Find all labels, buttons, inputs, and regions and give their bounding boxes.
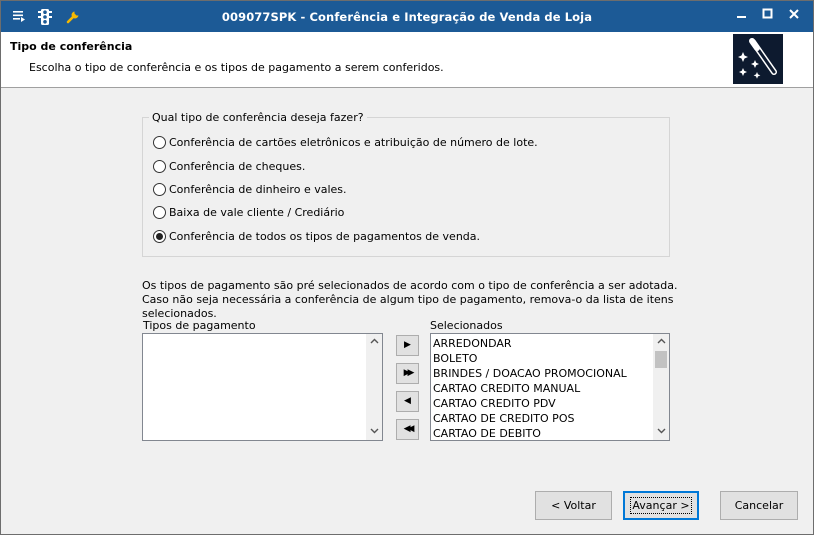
selected-listbox[interactable]: ARREDONDAR BOLETO BRINDES / DOACAO PROMOCI… bbox=[430, 333, 670, 441]
rewind-icon: ◀◀ bbox=[403, 424, 415, 434]
radio-vale-cliente[interactable]: Baixa de vale cliente / Crediário bbox=[153, 204, 344, 220]
chevron-up-icon[interactable] bbox=[366, 334, 382, 350]
radio-cheques[interactable]: Conferência de cheques. bbox=[153, 158, 305, 174]
page-subtitle: Escolha o tipo de conferência e os tipos… bbox=[29, 61, 444, 74]
selected-list-label: Selecionados bbox=[430, 319, 503, 332]
list-item[interactable]: CARTAO CREDITO PDV bbox=[433, 396, 653, 411]
list-item[interactable]: BOLETO bbox=[433, 351, 653, 366]
chevron-down-icon[interactable] bbox=[653, 424, 669, 440]
available-scrollbar[interactable] bbox=[366, 334, 382, 440]
cancel-button[interactable]: Cancelar bbox=[720, 491, 798, 520]
radio-dinheiro[interactable]: Conferência de dinheiro e vales. bbox=[153, 181, 347, 197]
radio-todos[interactable]: Conferência de todos os tipos de pagamen… bbox=[153, 228, 480, 244]
list-item[interactable]: CARTAO DE DEBITO bbox=[433, 426, 653, 441]
radio-circle-selected[interactable] bbox=[153, 229, 166, 243]
wizard-window: 009077SPK - Conferência e Integração de … bbox=[0, 0, 814, 535]
radio-label: Conferência de todos os tipos de pagamen… bbox=[169, 229, 481, 243]
back-button-label: < Voltar bbox=[551, 499, 596, 512]
back-button[interactable]: < Voltar bbox=[535, 491, 612, 520]
next-button-label: Avançar > bbox=[630, 497, 692, 514]
radio-label: Conferência de cartões eletrônicos e atr… bbox=[169, 135, 538, 149]
close-button[interactable] bbox=[781, 5, 807, 27]
remove-all-button[interactable]: ◀◀ bbox=[396, 419, 419, 440]
selected-items: ARREDONDAR BOLETO BRINDES / DOACAO PROMOCI… bbox=[433, 336, 653, 441]
radio-label: Conferência de cheques. bbox=[169, 159, 306, 173]
scroll-thumb[interactable] bbox=[655, 351, 667, 368]
chevron-up-icon[interactable] bbox=[653, 334, 669, 350]
maximize-button[interactable] bbox=[755, 5, 781, 27]
next-button[interactable]: Avançar > bbox=[623, 491, 699, 520]
available-listbox[interactable] bbox=[142, 333, 383, 441]
radio-circle[interactable] bbox=[153, 182, 166, 196]
radio-circle[interactable] bbox=[153, 135, 166, 149]
add-all-button[interactable]: ▶▶ bbox=[396, 363, 419, 384]
group-label: Qual tipo de conferência deseja fazer? bbox=[149, 111, 367, 124]
wizard-header: Tipo de conferência Escolha o tipo de co… bbox=[1, 32, 813, 88]
radio-label: Conferência de dinheiro e vales. bbox=[169, 182, 347, 196]
page-title: Tipo de conferência bbox=[10, 40, 133, 53]
available-list-label: Tipos de pagamento bbox=[143, 319, 256, 332]
list-item[interactable]: BRINDES / DOACAO PROMOCIONAL bbox=[433, 366, 653, 381]
radio-cartoes[interactable]: Conferência de cartões eletrônicos e atr… bbox=[153, 134, 538, 150]
window-title: 009077SPK - Conferência e Integração de … bbox=[221, 10, 593, 24]
fast-forward-icon: ▶▶ bbox=[403, 368, 415, 378]
chevron-down-icon[interactable] bbox=[366, 424, 382, 440]
list-item[interactable]: CARTAO DE CREDITO POS bbox=[433, 411, 653, 426]
radio-circle[interactable] bbox=[153, 205, 166, 219]
list-item[interactable]: ARREDONDAR bbox=[433, 336, 653, 351]
cancel-button-label: Cancelar bbox=[734, 499, 784, 512]
magic-wand-icon bbox=[733, 34, 783, 84]
back-icon: ◀ bbox=[404, 396, 411, 406]
minimize-button[interactable] bbox=[729, 5, 755, 27]
remove-button[interactable]: ◀ bbox=[396, 391, 419, 412]
list-item[interactable]: CARTAO CREDITO MANUAL bbox=[433, 381, 653, 396]
radio-circle[interactable] bbox=[153, 159, 166, 173]
selected-scrollbar[interactable] bbox=[653, 334, 669, 440]
info-text: Os tipos de pagamento são pré selecionad… bbox=[142, 279, 678, 320]
play-icon: ▶ bbox=[404, 340, 411, 350]
add-button[interactable]: ▶ bbox=[396, 335, 419, 356]
title-bar[interactable]: 009077SPK - Conferência e Integração de … bbox=[1, 1, 813, 32]
radio-label: Baixa de vale cliente / Crediário bbox=[169, 205, 345, 219]
